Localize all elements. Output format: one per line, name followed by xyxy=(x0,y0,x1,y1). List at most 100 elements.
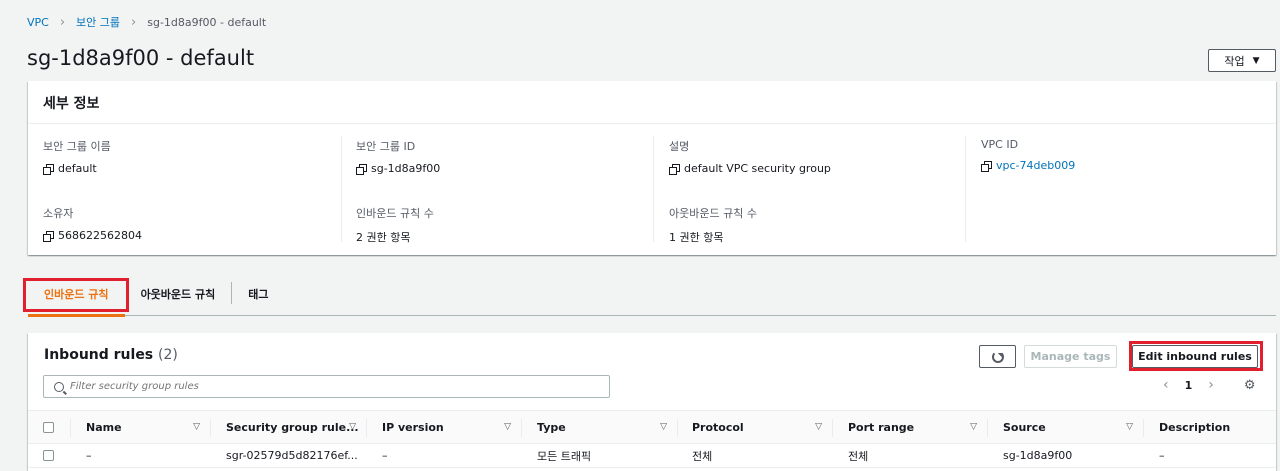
field-label: 설명 xyxy=(669,140,690,153)
copy-icon[interactable] xyxy=(669,163,680,175)
row-select-cell xyxy=(43,444,73,467)
inbound-rules-panel: Inbound rules (2) Manage tags Edit inbou… xyxy=(28,333,1276,471)
breadcrumb-security-groups[interactable]: 보안 그룹 xyxy=(76,14,120,30)
tab-tags[interactable]: 태그 xyxy=(232,276,284,316)
table-row[interactable]: – sgr-02579d5d82176ef... – 모든 트래픽 전체 전체 … xyxy=(28,444,1276,468)
vpc-id-link[interactable]: vpc-74deb009 xyxy=(996,159,1075,172)
column-label: Port range xyxy=(848,420,915,434)
breadcrumb-current: sg-1d8a9f00 - default xyxy=(147,15,267,29)
column-divider xyxy=(832,419,833,437)
table-header: Name ▽ Security group rule... ▽ IP version… xyxy=(28,410,1276,444)
cell-ip-version: – xyxy=(382,449,388,462)
sort-icon: ▽ xyxy=(815,422,822,432)
gear-icon[interactable]: ⚙ xyxy=(1244,378,1256,393)
field-label: 소유자 xyxy=(43,207,74,220)
divider xyxy=(341,136,342,242)
tab-bar: 인바운드 규칙 아웃바운드 규칙 태그 xyxy=(28,276,1276,317)
sort-icon: ▽ xyxy=(1126,422,1133,432)
column-label: Description xyxy=(1159,420,1231,434)
page-number[interactable]: 1 xyxy=(1185,379,1193,392)
column-label: Type xyxy=(537,420,566,434)
field-label: 아웃바운드 규칙 수 xyxy=(669,207,757,220)
pagination: ‹ 1 › ⚙ xyxy=(1163,377,1256,393)
field-owner: 소유자 568622562804 xyxy=(43,205,142,242)
column-label: Security group rule... xyxy=(226,420,359,434)
tab-outbound-rules[interactable]: 아웃바운드 규칙 xyxy=(125,276,232,316)
filter-input[interactable] xyxy=(70,381,590,392)
field-vpc-id: VPC ID vpc-74deb009 xyxy=(981,138,1075,172)
filter-box[interactable] xyxy=(43,375,610,398)
sort-icon: ▽ xyxy=(970,422,977,432)
cell-source: sg-1d8a9f00 xyxy=(1003,449,1073,462)
field-description: 설명 default VPC security group xyxy=(669,138,831,175)
divider xyxy=(653,136,654,242)
cell-type: 모든 트래픽 xyxy=(537,449,592,463)
column-divider xyxy=(521,419,522,437)
column-protocol[interactable]: Protocol ▽ xyxy=(692,411,832,443)
column-divider xyxy=(70,419,71,437)
column-divider xyxy=(987,419,988,437)
field-sg-id: 보안 그룹 ID sg-1d8a9f00 xyxy=(356,138,440,175)
field-value: default VPC security group xyxy=(684,162,831,175)
column-divider xyxy=(210,419,211,437)
sort-icon: ▽ xyxy=(504,422,511,432)
column-name[interactable]: Name ▽ xyxy=(86,411,210,443)
column-ip-version[interactable]: IP version ▽ xyxy=(382,411,521,443)
column-label: IP version xyxy=(382,420,444,434)
copy-icon[interactable] xyxy=(356,163,367,175)
field-value: default xyxy=(58,162,97,175)
column-type[interactable]: Type ▽ xyxy=(537,411,677,443)
row-checkbox[interactable] xyxy=(43,450,54,461)
field-value: 568622562804 xyxy=(58,229,142,242)
field-label: VPC ID xyxy=(981,138,1019,151)
field-inbound-count: 인바운드 규칙 수 2 권한 항목 xyxy=(356,205,434,245)
highlight-box xyxy=(23,278,129,312)
field-outbound-count: 아웃바운드 규칙 수 1 권한 항목 xyxy=(669,205,757,245)
details-panel: 세부 정보 보안 그룹 이름 default 보안 그룹 ID sg-1d8a9… xyxy=(28,81,1276,255)
chevron-right-icon: › xyxy=(131,14,137,30)
column-port-range[interactable]: Port range ▽ xyxy=(848,411,987,443)
sort-icon: ▽ xyxy=(193,422,200,432)
field-value: 1 권한 항목 xyxy=(669,231,724,244)
field-label: 보안 그룹 이름 xyxy=(43,140,111,153)
sort-icon: ▽ xyxy=(660,422,667,432)
refresh-icon xyxy=(991,350,1004,363)
select-all-checkbox[interactable] xyxy=(43,421,54,433)
field-label: 보안 그룹 ID xyxy=(356,140,416,153)
caret-down-icon: ▼ xyxy=(1252,55,1260,66)
chevron-left-icon[interactable]: ‹ xyxy=(1163,377,1169,393)
copy-icon[interactable] xyxy=(43,230,54,242)
actions-label: 작업 xyxy=(1224,54,1245,68)
column-source[interactable]: Source ▽ xyxy=(1003,411,1143,443)
header-select-cell xyxy=(43,411,73,443)
cell-description: – xyxy=(1159,449,1165,462)
column-description[interactable]: Description xyxy=(1159,411,1269,443)
copy-icon[interactable] xyxy=(981,160,992,172)
field-value: sg-1d8a9f00 xyxy=(371,162,441,175)
chevron-right-icon: › xyxy=(59,14,66,30)
cell-name: – xyxy=(86,449,92,462)
copy-icon[interactable] xyxy=(43,163,54,175)
manage-tags-button[interactable]: Manage tags xyxy=(1024,345,1117,368)
chevron-right-icon[interactable]: › xyxy=(1208,377,1214,393)
details-header: 세부 정보 xyxy=(28,81,1276,124)
actions-button[interactable]: 작업 ▼ xyxy=(1208,49,1276,72)
column-label: Source xyxy=(1003,420,1046,434)
column-divider xyxy=(677,419,678,437)
divider xyxy=(965,136,966,242)
column-divider xyxy=(1143,419,1144,437)
cell-protocol: 전체 xyxy=(692,449,713,463)
column-rule-id[interactable]: Security group rule... ▽ xyxy=(226,411,366,443)
cell-port-range: 전체 xyxy=(848,449,869,463)
rules-title: Inbound rules (2) xyxy=(44,347,178,363)
breadcrumb-vpc[interactable]: VPC xyxy=(27,16,49,29)
field-label: 인바운드 규칙 수 xyxy=(356,207,434,220)
rules-count: (2) xyxy=(158,347,178,363)
field-value: 2 권한 항목 xyxy=(356,231,411,244)
cell-rule-id: sgr-02579d5d82176ef... xyxy=(226,449,358,462)
highlight-box xyxy=(1129,341,1263,371)
column-label: Protocol xyxy=(692,420,744,434)
search-icon xyxy=(54,381,64,392)
field-sg-name: 보안 그룹 이름 default xyxy=(43,138,111,175)
refresh-button[interactable] xyxy=(979,345,1016,368)
